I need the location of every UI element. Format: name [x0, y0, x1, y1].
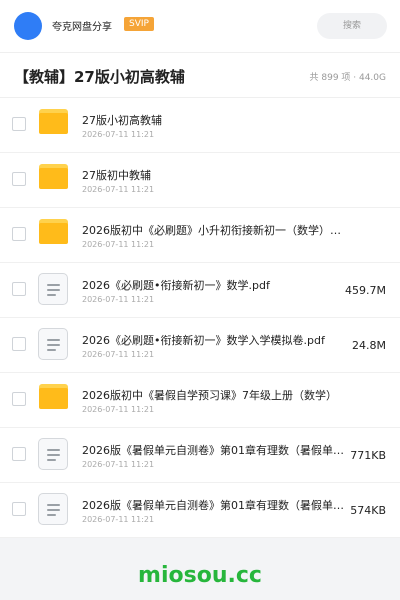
- item-name: 2026《必刷题•衔接新初一》数学入学模拟卷.pdf: [82, 334, 325, 347]
- list-item[interactable]: 2026版《暑假单元自测卷》第01章有理数（暑假单… 2026-07-11 11…: [0, 483, 400, 538]
- svip-badge: SVIP: [124, 17, 154, 31]
- item-name: 2026版《暑假单元自测卷》第01章有理数（暑假单…: [82, 499, 344, 512]
- list-item[interactable]: 2026《必刷题•衔接新初一》数学.pdf 2026-07-11 11:21 4…: [0, 263, 400, 318]
- list-item[interactable]: 2026版初中《暑假自学预习课》7年级上册（数学） 2026-07-11 11:…: [0, 373, 400, 428]
- item-size: 459.7M: [345, 284, 386, 297]
- item-name: 2026版《暑假单元自测卷》第01章有理数（暑假单…: [82, 444, 344, 457]
- item-name: 2026《必刷题•衔接新初一》数学.pdf: [82, 279, 270, 292]
- checkbox[interactable]: [12, 502, 26, 516]
- avatar[interactable]: [14, 12, 42, 40]
- file-list: 27版小初高教辅 2026-07-11 11:21 27版初中教辅 2026-0…: [0, 98, 400, 538]
- list-item[interactable]: 2026版《暑假单元自测卷》第01章有理数（暑假单… 2026-07-11 11…: [0, 428, 400, 483]
- document-icon: [38, 328, 68, 360]
- document-icon: [38, 493, 68, 525]
- item-size: 574KB: [350, 504, 386, 517]
- item-date: 2026-07-11 11:21: [82, 130, 155, 139]
- share-title: 夸克网盘分享: [52, 22, 112, 33]
- item-name: 27版小初高教辅: [82, 114, 162, 127]
- item-date: 2026-07-11 11:21: [82, 295, 155, 304]
- item-date: 2026-07-11 11:21: [82, 185, 155, 194]
- checkbox[interactable]: [12, 117, 26, 131]
- checkbox[interactable]: [12, 282, 26, 296]
- checkbox[interactable]: [12, 447, 26, 461]
- item-size: 24.8M: [352, 339, 386, 352]
- list-item[interactable]: 27版初中教辅 2026-07-11 11:21: [0, 153, 400, 208]
- folder-icon: [39, 384, 68, 409]
- item-name: 2026版初中《暑假自学预习课》7年级上册（数学）: [82, 389, 337, 402]
- folder-icon: [39, 109, 68, 134]
- watermark: miosou.cc: [138, 563, 262, 588]
- folder-stats: 共 899 项 · 44.0G: [309, 73, 387, 83]
- list-item[interactable]: 27版小初高教辅 2026-07-11 11:21: [0, 98, 400, 153]
- top-bar: 夸克网盘分享 SVIP 搜索: [0, 0, 400, 53]
- checkbox[interactable]: [12, 337, 26, 351]
- checkbox[interactable]: [12, 392, 26, 406]
- search-button[interactable]: 搜索: [317, 13, 387, 39]
- document-icon: [38, 273, 68, 305]
- item-date: 2026-07-11 11:21: [82, 405, 155, 414]
- item-name: 2026版初中《必刷题》小升初衔接新初一（数学）初…: [82, 224, 350, 237]
- item-date: 2026-07-11 11:21: [82, 460, 155, 469]
- item-date: 2026-07-11 11:21: [82, 350, 155, 359]
- list-item[interactable]: 2026版初中《必刷题》小升初衔接新初一（数学）初… 2026-07-11 11…: [0, 208, 400, 263]
- item-date: 2026-07-11 11:21: [82, 240, 155, 249]
- item-size: 771KB: [350, 449, 386, 462]
- list-item[interactable]: 2026《必刷题•衔接新初一》数学入学模拟卷.pdf 2026-07-11 11…: [0, 318, 400, 373]
- page-title: 【教辅】27版小初高教辅: [14, 68, 185, 86]
- folder-header: 【教辅】27版小初高教辅 共 899 项 · 44.0G: [0, 53, 400, 98]
- item-date: 2026-07-11 11:21: [82, 515, 155, 524]
- checkbox[interactable]: [12, 172, 26, 186]
- item-name: 27版初中教辅: [82, 169, 151, 182]
- document-icon: [38, 438, 68, 470]
- folder-icon: [39, 164, 68, 189]
- checkbox[interactable]: [12, 227, 26, 241]
- folder-icon: [39, 219, 68, 244]
